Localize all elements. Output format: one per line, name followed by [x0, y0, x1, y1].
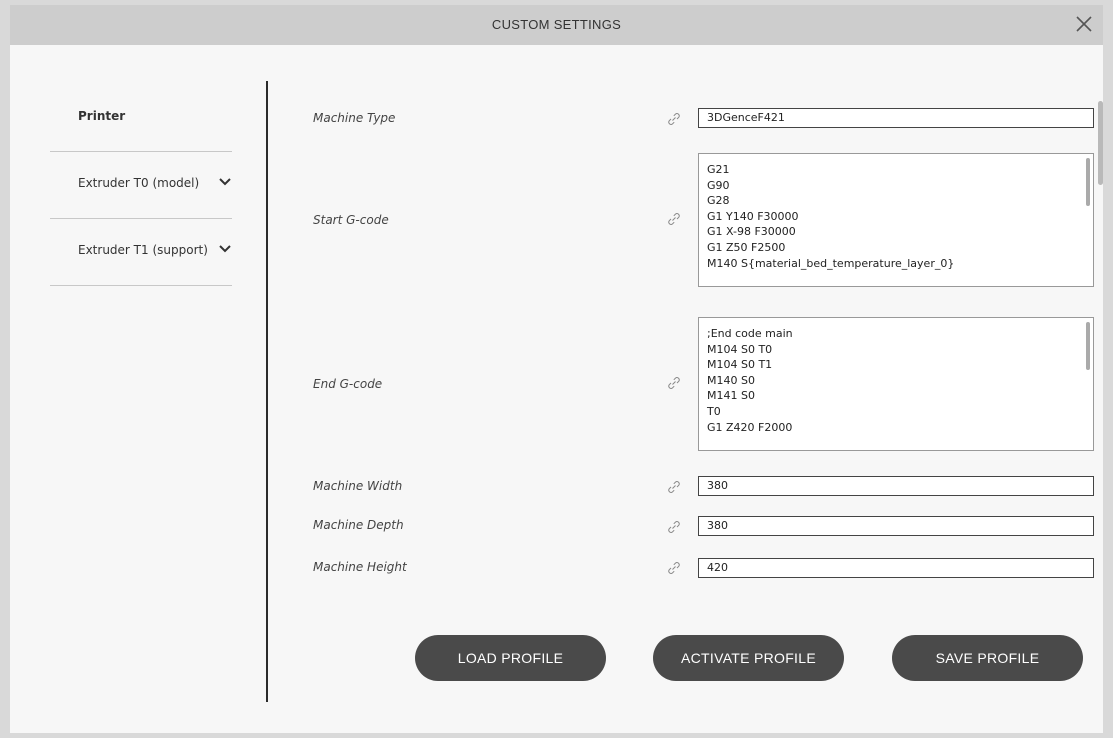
machine-depth-label: Machine Depth	[313, 518, 404, 532]
chevron-down-icon[interactable]	[218, 244, 232, 254]
link-icon[interactable]	[666, 519, 682, 535]
link-icon[interactable]	[666, 375, 682, 391]
link-icon[interactable]	[666, 211, 682, 227]
start-gcode-label: Start G-code	[313, 213, 389, 227]
custom-settings-dialog: CUSTOM SETTINGS Printer Extruder T0 (mod…	[10, 5, 1103, 733]
dialog-title: CUSTOM SETTINGS	[491, 17, 622, 32]
gcode-line: G1 Z50 F2500	[707, 240, 786, 254]
sidebar-item-extruder-t0[interactable]: Extruder T0 (model)	[50, 152, 232, 219]
end-gcode-label: End G-code	[313, 377, 383, 391]
gcode-line: M104 S0 T0	[707, 342, 773, 356]
machine-width-label: Machine Width	[313, 479, 403, 493]
sidebar-item-label: Extruder T1 (support)	[78, 243, 208, 257]
machine-type-label: Machine Type	[313, 111, 396, 125]
gcode-line: M141 S0	[707, 389, 755, 403]
title-bar: CUSTOM SETTINGS	[10, 5, 1103, 45]
gcode-line: G1 Y140 F30000	[707, 209, 799, 223]
machine-depth-input[interactable]: 380	[698, 516, 1094, 536]
gcode-line: G90	[707, 178, 730, 192]
textarea-scrollbar[interactable]	[1086, 158, 1090, 206]
machine-width-input[interactable]: 380	[698, 476, 1094, 496]
textarea-scrollbar[interactable]	[1086, 322, 1090, 370]
sidebar-item-printer[interactable]: Printer	[50, 85, 232, 152]
link-icon[interactable]	[666, 111, 682, 127]
gcode-line: G21	[707, 163, 730, 176]
sidebar: Printer Extruder T0 (model) Extruder T1 …	[50, 85, 232, 286]
activate-profile-button[interactable]: ACTIVATE PROFILE	[653, 635, 844, 681]
gcode-line: G28	[707, 194, 730, 208]
link-icon[interactable]	[666, 560, 682, 576]
close-icon[interactable]	[1071, 11, 1097, 37]
gcode-line: M140 S0	[707, 373, 755, 387]
gcode-line: G1 Z420 F2000	[707, 420, 793, 434]
gcode-line: T0	[707, 404, 721, 418]
vertical-divider	[266, 81, 268, 702]
gcode-line: G1 X-98 F30000	[707, 225, 796, 239]
end-gcode-textarea[interactable]: ;End code main M104 S0 T0 M104 S0 T1 M14…	[698, 317, 1094, 451]
gcode-line: ;End code main	[707, 327, 793, 340]
chevron-down-icon[interactable]	[218, 177, 232, 187]
start-gcode-textarea[interactable]: G21 G90 G28 G1 Y140 F30000 G1 X-98 F3000…	[698, 153, 1094, 287]
gcode-line: M104 S0 T1	[707, 358, 773, 372]
main-scrollbar[interactable]	[1098, 101, 1103, 185]
machine-height-label: Machine Height	[313, 560, 407, 574]
gcode-line: M140 S{material_bed_temperature_layer_0}	[707, 256, 955, 270]
machine-type-input[interactable]: 3DGenceF421	[698, 108, 1094, 128]
sidebar-item-label: Extruder T0 (model)	[78, 176, 200, 190]
sidebar-item-extruder-t1[interactable]: Extruder T1 (support)	[50, 219, 232, 286]
load-profile-button[interactable]: LOAD PROFILE	[415, 635, 606, 681]
sidebar-item-label: Printer	[78, 109, 126, 123]
link-icon[interactable]	[666, 479, 682, 495]
save-profile-button[interactable]: SAVE PROFILE	[892, 635, 1083, 681]
machine-height-input[interactable]: 420	[698, 558, 1094, 578]
